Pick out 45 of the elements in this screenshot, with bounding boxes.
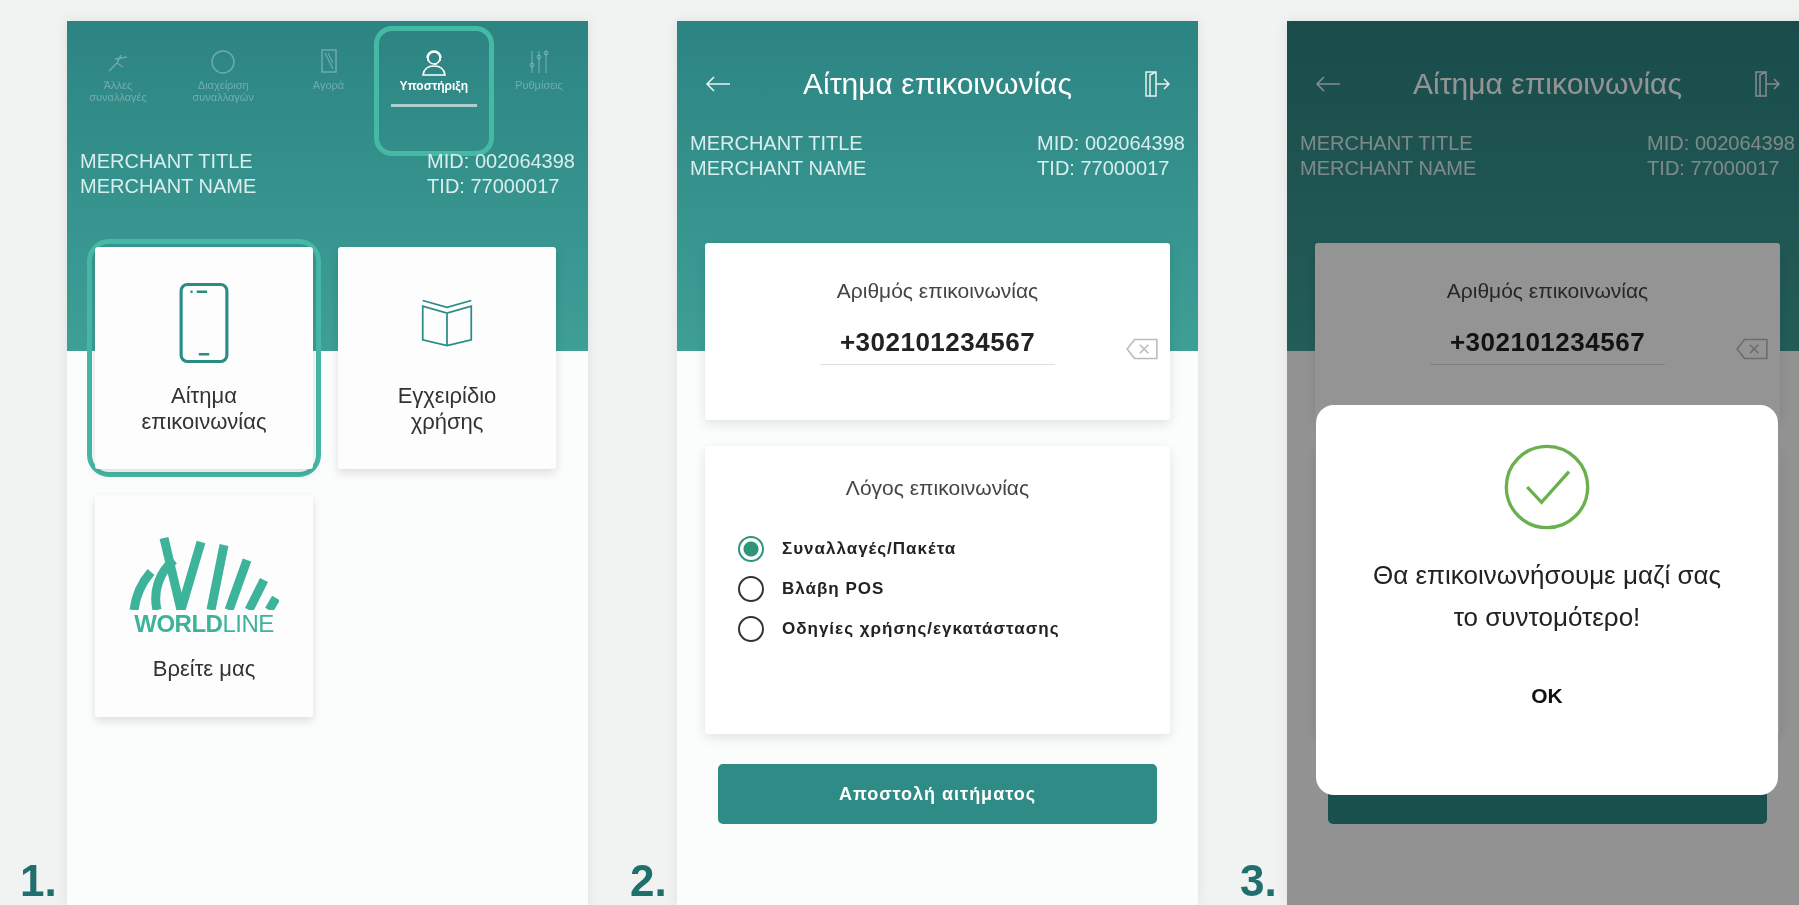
- tile-label: Εγχειρίδιο χρήσης: [396, 382, 498, 436]
- option-label: Οδηγίες χρήσης/εγκατάστασης: [782, 619, 1060, 639]
- merchant-name: MERCHANT NAME: [1300, 156, 1477, 181]
- backspace-icon[interactable]: [1124, 337, 1159, 361]
- logo-wordmark: WORLDLINE: [134, 609, 274, 638]
- screen-title: Αίτημα επικοινωνίας: [1413, 67, 1682, 101]
- menu-tile[interactable]: Αίτημα επικοινωνίας: [95, 247, 313, 469]
- exit-door-icon[interactable]: [1142, 69, 1172, 99]
- option-label: Συναλλαγές/Πακέτα: [782, 539, 957, 559]
- merchant-title: MERCHANT TITLE: [80, 149, 254, 174]
- merchant-id: MID: 002064398: [1647, 131, 1795, 156]
- screen-title: Αίτημα επικοινωνίας: [803, 67, 1072, 101]
- merchant-id: MID: 002064398: [427, 149, 575, 174]
- submit-button[interactable]: Αποστολή αιτήματος: [718, 764, 1157, 824]
- step-number: 3.: [1240, 859, 1278, 905]
- merchant-id: MID: 002064398: [1037, 131, 1185, 156]
- option-label: Βλάβη POS: [782, 579, 885, 599]
- phone-number-field[interactable]: +302101234567: [1429, 327, 1666, 365]
- radio-button[interactable]: [738, 536, 764, 562]
- field-label: Αριθμός επικοινωνίας: [1446, 279, 1649, 303]
- step-number: 1.: [20, 859, 58, 905]
- merchant-name: MERCHANT NAME: [80, 174, 257, 199]
- menu-tile[interactable]: WORLDLINE Βρείτε μας: [95, 495, 313, 717]
- step-number: 2.: [630, 859, 668, 905]
- terminal-id: TID: 77000017: [1037, 156, 1171, 181]
- tile-label: Βρείτε μας: [151, 655, 257, 683]
- dialog-message: Θα επικοινωνήσουμε μαζί σας το συντομότερο!: [1372, 559, 1722, 634]
- phone-number-field[interactable]: +302101234567: [819, 327, 1056, 365]
- smartphone-icon: [178, 280, 230, 365]
- tile-label: Αίτημα επικοινωνίας: [140, 382, 268, 436]
- merchant-title: MERCHANT TITLE: [1300, 131, 1474, 156]
- field-label: Αριθμός επικοινωνίας: [836, 279, 1039, 303]
- radio-button[interactable]: [738, 616, 764, 642]
- merchant-title: MERCHANT TITLE: [690, 131, 864, 156]
- terminal-id: TID: 77000017: [427, 174, 561, 199]
- exit-door-icon[interactable]: [1752, 69, 1782, 99]
- nav-tab[interactable]: Υποστήριξη: [390, 43, 477, 107]
- menu-tile[interactable]: Εγχειρίδιο χρήσης: [338, 247, 556, 469]
- section-label: Λόγος επικοινωνίας: [844, 476, 1031, 500]
- radio-button[interactable]: [738, 576, 764, 602]
- merchant-name: MERCHANT NAME: [690, 156, 867, 181]
- ok-button[interactable]: OK: [1515, 678, 1579, 715]
- check-circle-icon: [1503, 443, 1591, 531]
- terminal-id: TID: 77000017: [1647, 156, 1781, 181]
- backspace-icon[interactable]: [1734, 337, 1769, 361]
